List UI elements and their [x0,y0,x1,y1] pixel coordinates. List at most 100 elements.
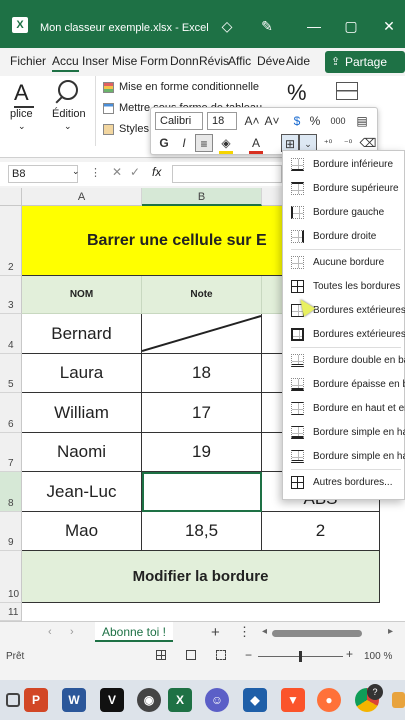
edition-dropdown-icon[interactable]: ⌄ [64,121,72,132]
menu-item-bordure-epaisse-bas[interactable]: Bordure épaisse en b [283,373,405,397]
cell-a7[interactable]: Naomi [22,433,142,472]
modify-border-banner[interactable]: Modifier la bordure [22,551,380,603]
brave-browser-icon[interactable]: ▼ [281,688,305,712]
select-all-corner[interactable] [0,188,22,206]
zoom-level[interactable]: 100 % [364,651,392,662]
confirm-icon[interactable]: ✓ [130,165,140,179]
tab-accueil[interactable]: Accu [52,54,79,72]
conditional-format-button[interactable]: Mise en forme conditionnelle [119,81,259,93]
menu-item-bordure-simple-haut-double[interactable]: Bordure simple en ha [283,445,405,469]
restore-icon[interactable]: ▢ [342,17,360,35]
menu-item-bordure-haut-et-bas[interactable]: Bordure en haut et er [283,397,405,421]
cell-b6[interactable]: 17 [142,393,262,433]
row-header-5[interactable]: 5 [0,354,22,393]
row-header-8[interactable]: 8 [0,472,22,512]
column-header-b[interactable]: B [142,188,262,206]
share-button[interactable]: ⇪ Partage [325,51,405,73]
menu-item-bordure-gauche[interactable]: Bordure gauche [283,201,405,225]
minimize-icon[interactable]: — [305,17,323,35]
tab-aide[interactable]: Aide [286,54,310,68]
column-header-a[interactable]: A [22,188,142,206]
tab-donnees[interactable]: Donn [170,54,199,68]
tab-mise-en-page[interactable]: Mise [112,54,137,68]
align-icon[interactable]: A [14,80,29,106]
scroll-tabs-left-icon[interactable]: ‹ [48,626,52,638]
hscroll-right-icon[interactable]: ▸ [388,626,393,637]
page-break-view-icon[interactable] [216,650,226,660]
decrease-font-icon[interactable]: A˅ [263,112,281,130]
word-icon[interactable]: W [62,688,86,712]
horizontal-scrollbar[interactable] [272,630,362,637]
align-center-icon[interactable]: ≡ [195,134,213,152]
task-view-icon[interactable] [6,693,20,707]
bold-button[interactable]: G [155,134,173,152]
pen-icon[interactable]: ✎ [258,17,276,35]
row-header-9[interactable]: 9 [0,512,22,551]
sheet-options-icon[interactable]: ⋮ [238,624,251,640]
name-box-dropdown-icon[interactable]: ⌄ [72,166,80,177]
menu-item-bordure-double-bas[interactable]: Bordure double en ba [283,349,405,373]
format-painter-icon[interactable]: ▤ [353,112,371,130]
cell-a5[interactable]: Laura [22,354,142,393]
cell-b5[interactable]: 18 [142,354,262,393]
menu-item-autres-bordures[interactable]: Autres bordures... [283,471,405,495]
folder-icon[interactable] [392,692,405,708]
row-header-11[interactable]: 11 [0,603,22,621]
increase-font-icon[interactable]: A˄ [243,112,261,130]
menu-item-aucune-bordure[interactable]: Aucune bordure [283,251,405,275]
row-header-7[interactable]: 7 [0,433,22,472]
tab-affichage[interactable]: Affic [228,54,251,68]
cell-a9[interactable]: Mao [22,512,142,551]
cell-a4[interactable]: Bernard [22,314,142,354]
discord-icon[interactable]: ☺ [205,688,229,712]
excel-taskbar-icon[interactable]: X [168,688,192,712]
gem-icon[interactable]: ◇ [218,17,236,35]
virtualbox-icon[interactable]: ◆ [243,688,267,712]
cell-c9[interactable]: 2 [262,512,380,551]
cell-b4-crossed[interactable] [142,314,262,354]
menu-item-bordure-superieure[interactable]: Bordure supérieure [283,177,405,201]
font-size-box[interactable]: 18 [207,112,237,130]
row-header-6[interactable]: 6 [0,393,22,433]
font-color-icon[interactable]: A [247,134,265,152]
tab-formules[interactable]: Form [140,54,168,68]
row-header-3[interactable]: 3 [0,276,22,314]
header-note-cell[interactable]: Note [142,276,262,314]
cells-icon[interactable] [336,82,358,100]
close-icon[interactable]: ✕ [380,17,398,35]
normal-view-icon[interactable] [156,650,166,660]
cell-b9[interactable]: 18,5 [142,512,262,551]
zoom-slider-thumb[interactable] [299,651,302,662]
row-header-2[interactable]: 2 [0,206,22,276]
thousands-separator-icon[interactable]: 000 [329,112,347,130]
add-sheet-icon[interactable]: + [211,624,220,641]
firefox-icon[interactable]: ● [317,688,341,712]
name-box[interactable]: B8 [8,165,78,183]
accounting-format-icon[interactable]: $ [288,112,306,130]
zoom-in-icon[interactable]: + [346,647,353,661]
powerpoint-icon[interactable]: P [24,688,48,712]
menu-item-bordure-droite[interactable]: Bordure droite [283,225,405,249]
formula-input[interactable] [172,165,282,183]
selected-cell-b8[interactable] [142,472,262,512]
tab-insertion[interactable]: Inser [82,54,109,68]
gamepad-icon[interactable]: ◉ [137,688,161,712]
sheet-tab-abonne-toi[interactable]: Abonne toi ! [95,622,173,642]
hscroll-left-icon[interactable]: ◂ [262,626,267,637]
number-format-icon[interactable]: % [287,80,307,106]
more-icon[interactable]: ⋮ [90,166,101,179]
cancel-icon[interactable]: ✕ [112,165,122,179]
align-label[interactable]: plice [10,108,33,120]
percent-style-icon[interactable]: % [306,112,324,130]
edition-label[interactable]: Édition [52,108,86,120]
font-name-box[interactable]: Calibri [155,112,203,130]
zoom-out-icon[interactable]: − [245,648,252,662]
cell-a6[interactable]: William [22,393,142,433]
menu-item-toutes-les-bordures[interactable]: Toutes les bordures [283,275,405,299]
scroll-tabs-right-icon[interactable]: › [70,626,74,638]
row-header-10[interactable]: 10 [0,551,22,603]
header-nom-cell[interactable]: NOM [22,276,142,314]
menu-item-bordures-exterieures-epaisses[interactable]: Bordures extérieures [283,323,405,347]
menu-item-bordure-simple-haut-epaisse[interactable]: Bordure simple en ha [283,421,405,445]
align-dropdown-icon[interactable]: ⌄ [18,121,26,132]
